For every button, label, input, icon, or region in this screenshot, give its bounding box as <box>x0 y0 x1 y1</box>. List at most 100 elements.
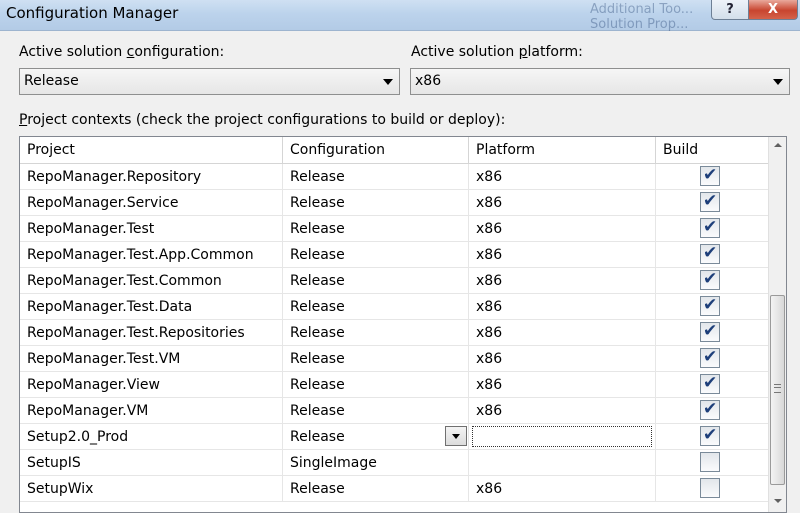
project-name-cell[interactable]: Setup2.0_Prod <box>20 424 283 449</box>
build-checkbox[interactable]: ✔ <box>700 425 720 446</box>
platform-cell[interactable]: x86 <box>469 268 656 293</box>
platform-cell[interactable]: x86 <box>469 190 656 215</box>
project-name-cell[interactable]: RepoManager.Test.VM <box>20 346 283 371</box>
build-checkbox[interactable] <box>700 452 720 472</box>
chevron-down-icon <box>773 79 783 85</box>
arrow-down-icon <box>774 499 782 503</box>
scroll-up-button[interactable] <box>769 137 786 154</box>
check-icon: ✔ <box>703 295 718 315</box>
platform-cell[interactable]: x86 <box>469 476 656 501</box>
project-name-cell[interactable]: RepoManager.Test.App.Common <box>20 242 283 267</box>
platform-cell[interactable] <box>469 450 656 475</box>
column-header-project[interactable]: Project <box>20 137 283 163</box>
configuration-cell[interactable]: Release <box>283 346 469 371</box>
build-checkbox[interactable]: ✔ <box>700 347 720 368</box>
active-configuration-value: Release <box>24 73 79 89</box>
configuration-cell[interactable]: Release <box>283 398 469 423</box>
configuration-cell[interactable]: Release <box>283 320 469 345</box>
scroll-down-button[interactable] <box>769 493 786 510</box>
project-name-cell[interactable]: RepoManager.Test.Common <box>20 268 283 293</box>
project-name-cell[interactable]: RepoManager.VM <box>20 398 283 423</box>
configuration-cell[interactable]: Release <box>283 190 469 215</box>
table-row[interactable]: RepoManager.Test.VM Release x86 ✔ <box>20 346 768 372</box>
project-name-cell[interactable]: RepoManager.Test <box>20 216 283 241</box>
platform-cell[interactable]: x86 <box>469 164 656 189</box>
platform-cell[interactable]: x86 <box>469 216 656 241</box>
build-checkbox[interactable]: ✔ <box>700 191 720 212</box>
project-name-cell[interactable]: RepoManager.Test.Repositories <box>20 320 283 345</box>
table-row[interactable]: RepoManager.Test.Repositories Release x86 ✔ <box>20 320 768 346</box>
check-icon: ✔ <box>703 165 718 185</box>
table-row[interactable]: RepoManager.Test.Data Release x86 ✔ <box>20 294 768 320</box>
build-checkbox[interactable]: ✔ <box>700 269 720 290</box>
project-contexts-grid: Project Configuration Platform Build Rep… <box>19 136 787 513</box>
active-platform-label: Active solution platform: <box>411 44 583 60</box>
platform-cell[interactable]: x86 <box>469 372 656 397</box>
build-checkbox[interactable]: ✔ <box>700 295 720 316</box>
project-name-cell[interactable]: SetupIS <box>20 450 283 475</box>
table-row[interactable]: RepoManager.Service Release x86 ✔ <box>20 190 768 216</box>
configuration-cell[interactable]: Release <box>283 268 469 293</box>
arrow-up-icon <box>774 143 782 147</box>
platform-editor[interactable] <box>472 426 652 447</box>
configuration-cell[interactable]: Release <box>283 216 469 241</box>
project-contexts-label: Project contexts (check the project conf… <box>19 112 506 128</box>
active-configuration-label: Active solution configuration: <box>19 44 225 60</box>
build-checkbox[interactable]: ✔ <box>700 373 720 394</box>
table-row[interactable]: RepoManager.Test.App.Common Release x86 ✔ <box>20 242 768 268</box>
configuration-dropdown-button[interactable] <box>445 426 467 446</box>
check-icon: ✔ <box>703 321 718 341</box>
table-row[interactable]: Setup2.0_Prod Release ✔ <box>20 424 768 450</box>
table-row[interactable]: RepoManager.Test Release x86 ✔ <box>20 216 768 242</box>
platform-cell[interactable]: x86 <box>469 320 656 345</box>
build-checkbox[interactable]: ✔ <box>700 243 720 264</box>
project-name-cell[interactable]: RepoManager.Repository <box>20 164 283 189</box>
window-title: Configuration Manager <box>6 4 179 22</box>
active-platform-value: x86 <box>415 73 442 89</box>
build-checkbox[interactable]: ✔ <box>700 321 720 342</box>
table-row[interactable]: RepoManager.VM Release x86 ✔ <box>20 398 768 424</box>
configuration-cell[interactable]: Release <box>283 294 469 319</box>
active-configuration-dropdown[interactable]: Release <box>19 68 400 95</box>
table-row[interactable]: SetupWix Release x86 <box>20 476 768 502</box>
scroll-thumb[interactable] <box>770 295 785 485</box>
chevron-down-icon <box>383 79 393 85</box>
help-button[interactable]: ? <box>711 0 749 20</box>
build-checkbox[interactable]: ✔ <box>700 399 720 420</box>
check-icon: ✔ <box>703 191 718 211</box>
grip-icon <box>774 384 781 393</box>
build-checkbox[interactable] <box>700 478 720 498</box>
configuration-cell[interactable]: Release <box>283 424 469 449</box>
configuration-cell[interactable]: Release <box>283 372 469 397</box>
check-icon: ✔ <box>703 347 718 367</box>
check-icon: ✔ <box>703 399 718 419</box>
configuration-cell[interactable]: Release <box>283 476 469 501</box>
build-checkbox[interactable]: ✔ <box>700 217 720 238</box>
platform-cell[interactable]: x86 <box>469 398 656 423</box>
column-header-platform[interactable]: Platform <box>469 137 656 163</box>
table-row[interactable]: RepoManager.Repository Release x86 ✔ <box>20 164 768 190</box>
background-menu-item: Solution Prop... <box>590 17 689 32</box>
chevron-down-icon <box>452 434 460 439</box>
platform-cell[interactable]: x86 <box>469 242 656 267</box>
check-icon: ✔ <box>703 425 718 445</box>
column-header-configuration[interactable]: Configuration <box>283 137 469 163</box>
platform-cell[interactable]: x86 <box>469 346 656 371</box>
configuration-cell[interactable]: SingleImage <box>283 450 469 475</box>
active-platform-dropdown[interactable]: x86 <box>410 68 790 95</box>
configuration-cell[interactable]: Release <box>283 164 469 189</box>
table-row[interactable]: SetupIS SingleImage <box>20 450 768 476</box>
table-row[interactable]: RepoManager.View Release x86 ✔ <box>20 372 768 398</box>
check-icon: ✔ <box>703 243 718 263</box>
build-checkbox[interactable]: ✔ <box>700 165 720 186</box>
column-header-build[interactable]: Build <box>656 137 768 163</box>
close-button[interactable]: X <box>748 0 798 20</box>
project-name-cell[interactable]: RepoManager.Service <box>20 190 283 215</box>
project-name-cell[interactable]: SetupWix <box>20 476 283 501</box>
vertical-scrollbar[interactable] <box>768 137 786 512</box>
table-row[interactable]: RepoManager.Test.Common Release x86 ✔ <box>20 268 768 294</box>
project-name-cell[interactable]: RepoManager.Test.Data <box>20 294 283 319</box>
platform-cell[interactable]: x86 <box>469 294 656 319</box>
configuration-cell[interactable]: Release <box>283 242 469 267</box>
project-name-cell[interactable]: RepoManager.View <box>20 372 283 397</box>
